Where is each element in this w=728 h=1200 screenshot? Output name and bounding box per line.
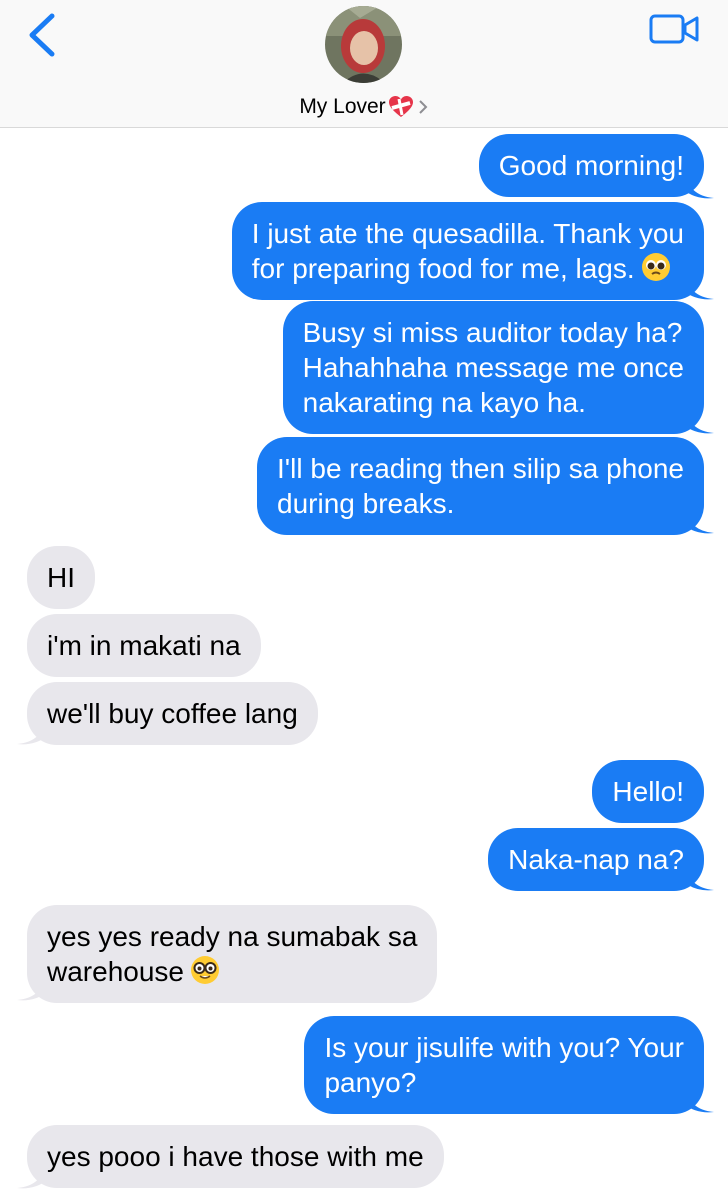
message-bubble-sent[interactable]: Good morning! bbox=[478, 134, 704, 197]
bubble-tail bbox=[684, 1084, 714, 1113]
message-bubble-sent[interactable]: Hello! bbox=[592, 760, 704, 823]
bubble-tail bbox=[684, 862, 714, 891]
message-line: HI bbox=[47, 562, 75, 593]
message-line: panyo? bbox=[324, 1067, 417, 1098]
message-line: Hello! bbox=[612, 776, 684, 807]
message-line: Good morning! bbox=[498, 150, 684, 181]
bubble-tail bbox=[684, 405, 714, 434]
message-line: yes yes ready na sumabak sa bbox=[47, 921, 418, 952]
message-bubble-received[interactable]: we'll buy coffee lang bbox=[27, 682, 318, 745]
message-bubble-sent[interactable]: Naka-nap na? bbox=[488, 828, 704, 891]
bubble-tail bbox=[684, 271, 714, 300]
message-thread: Good morning! I just ate the quesadilla.… bbox=[0, 0, 728, 1200]
message-line: Naka-nap na? bbox=[508, 844, 684, 875]
message-line: Hahahhaha message me once bbox=[302, 352, 684, 383]
message-bubble-sent[interactable]: Is your jisulife with you? Your panyo? bbox=[304, 1016, 704, 1114]
message-bubble-sent[interactable]: Busy si miss auditor today ha? Hahahhaha… bbox=[282, 301, 704, 434]
message-bubble-sent[interactable]: I just ate the quesadilla. Thank you for… bbox=[231, 202, 704, 300]
message-bubble-sent[interactable]: I'll be reading then silip sa phone duri… bbox=[257, 437, 704, 535]
message-line: yes pooo i have those with me bbox=[47, 1141, 424, 1172]
message-bubble-received[interactable]: yes pooo i have those with me bbox=[27, 1125, 444, 1188]
bubble-tail bbox=[17, 716, 47, 745]
message-line: nakarating na kayo ha. bbox=[302, 387, 586, 418]
bubble-tail bbox=[17, 1160, 47, 1189]
message-line: Is your jisulife with you? Your bbox=[324, 1032, 684, 1063]
message-bubble-received[interactable]: i'm in makati na bbox=[27, 614, 261, 677]
message-line: we'll buy coffee lang bbox=[47, 698, 298, 729]
message-line: for preparing food for me, lags. bbox=[251, 253, 635, 284]
bubble-tail bbox=[684, 505, 714, 534]
message-line: I'll be reading then silip sa phone bbox=[277, 453, 684, 484]
nerd-face-icon bbox=[190, 956, 219, 984]
message-line: Busy si miss auditor today ha? bbox=[302, 317, 683, 348]
message-line: I just ate the quesadilla. Thank you bbox=[251, 218, 684, 249]
message-line: warehouse bbox=[47, 956, 184, 987]
pleading-face-icon bbox=[641, 253, 670, 281]
message-line: during breaks. bbox=[277, 488, 455, 519]
message-bubble-received[interactable]: HI bbox=[27, 546, 95, 609]
message-line: i'm in makati na bbox=[47, 630, 241, 661]
bubble-tail bbox=[684, 170, 714, 199]
message-bubble-received[interactable]: yes yes ready na sumabak sa warehouse bbox=[27, 905, 438, 1003]
bubble-tail bbox=[17, 972, 47, 1001]
